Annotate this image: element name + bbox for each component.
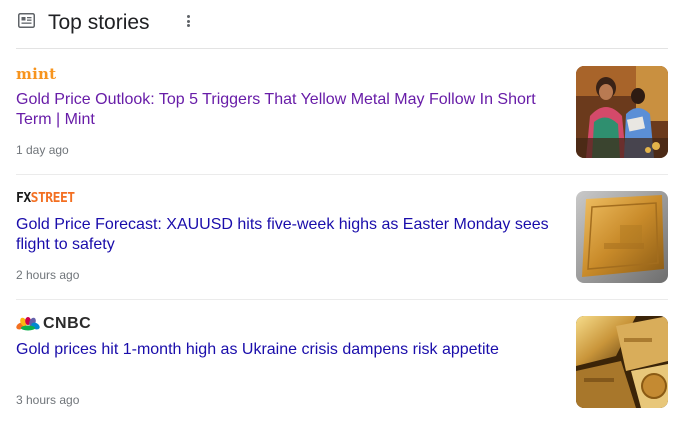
story-headline[interactable]: Gold prices hit 1-month high as Ukraine … xyxy=(16,340,556,360)
gold-bar-image xyxy=(576,191,668,283)
story-time: 3 hours ago xyxy=(16,393,80,407)
top-stories-header: Top stories xyxy=(16,0,668,48)
story-thumbnail[interactable] xyxy=(576,191,668,283)
fxstreet-logo-street: STREET xyxy=(30,191,75,206)
newspaper-icon xyxy=(18,13,35,28)
story-card-cnbc[interactable]: CNBC Gold prices hit 1-month high as Ukr… xyxy=(16,300,668,422)
more-vert-icon[interactable] xyxy=(182,14,194,30)
fxstreet-logo: FXSTREET xyxy=(16,191,75,207)
cnbc-peacock-icon xyxy=(16,317,40,331)
story-headline[interactable]: Gold Price Forecast: XAUUSD hits five-we… xyxy=(16,215,556,255)
story-time: 2 hours ago xyxy=(16,268,80,282)
story-thumbnail[interactable] xyxy=(576,316,668,408)
mint-logo: mint xyxy=(16,65,57,83)
story-thumbnail[interactable] xyxy=(576,66,668,158)
gold-bars-pile-image xyxy=(576,316,668,408)
story-headline[interactable]: Gold Price Outlook: Top 5 Triggers That … xyxy=(16,90,556,130)
section-title: Top stories xyxy=(48,11,150,34)
story-time: 1 day ago xyxy=(16,143,69,157)
header-divider xyxy=(16,48,668,49)
cnbc-logo: CNBC xyxy=(16,316,91,332)
women-buying-gold-jewelry-image xyxy=(576,66,668,158)
cnbc-logo-text: CNBC xyxy=(43,315,92,332)
fxstreet-logo-fx: FX xyxy=(16,191,31,206)
story-card-mint[interactable]: mint Gold Price Outlook: Top 5 Triggers … xyxy=(16,50,668,174)
story-card-fxstreet[interactable]: FXSTREET Gold Price Forecast: XAUUSD hit… xyxy=(16,175,668,299)
